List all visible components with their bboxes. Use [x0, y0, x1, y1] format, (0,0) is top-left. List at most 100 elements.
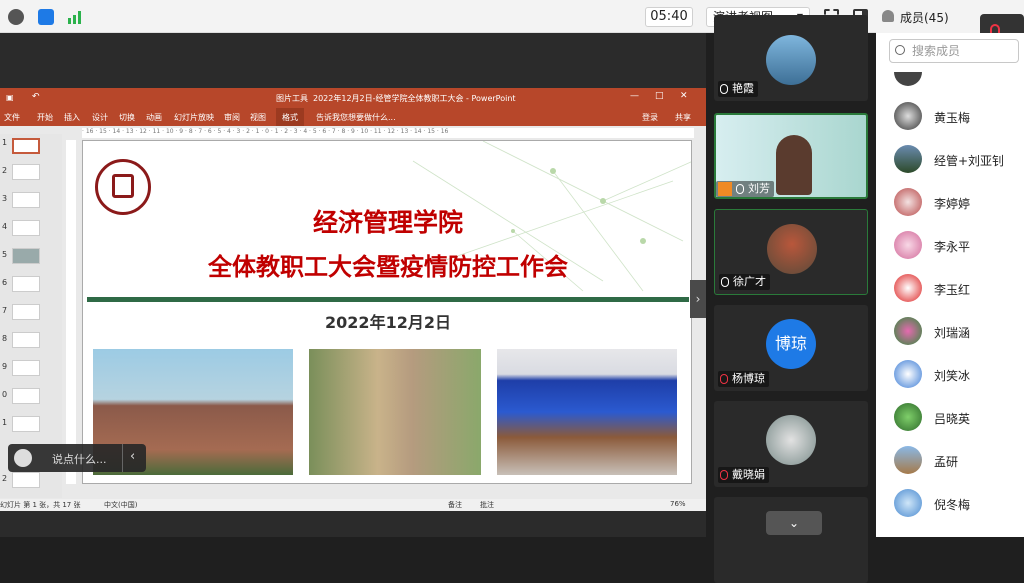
- ppt-ribbon-tabs: 文件 开始 插入 设计 切换 动画 幻灯片放映 审阅 视图 格式 告诉我您想要做…: [0, 108, 706, 126]
- ppt-title-bar: ▣ ↶ 图片工具 2022年12月2日-经管学院全体教职工大会 - PowerP…: [0, 88, 706, 108]
- notes-button[interactable]: 备注: [448, 500, 462, 510]
- undo-icon[interactable]: ↶: [32, 92, 40, 102]
- participant-name: 徐广才: [719, 274, 770, 290]
- zoom-level[interactable]: 76%: [670, 500, 686, 508]
- slide-subtitle: 全体教职工大会暨疫情防控工作会: [208, 252, 568, 281]
- slide-thumbnail[interactable]: [12, 388, 40, 404]
- tab-home[interactable]: 开始: [37, 112, 53, 123]
- slide-thumbnail[interactable]: [12, 276, 40, 292]
- tab-animations[interactable]: 动画: [146, 112, 162, 123]
- mic-icon: [721, 277, 729, 287]
- signal-icon[interactable]: [68, 10, 84, 24]
- member-item[interactable]: 倪冬梅: [894, 489, 1024, 519]
- member-search-input[interactable]: 搜索成员: [889, 39, 1019, 63]
- slide-thumbnail[interactable]: [12, 416, 40, 432]
- save-icon[interactable]: ▣: [6, 93, 14, 102]
- current-slide[interactable]: 经济管理学院 全体教职工大会暨疫情防控工作会 2022年12月2日: [82, 140, 692, 484]
- member-item[interactable]: 孟研: [894, 446, 1024, 476]
- slide-thumbnail[interactable]: [12, 304, 40, 320]
- meeting-timer: 05:40: [645, 7, 693, 27]
- tell-me-box[interactable]: 告诉我您想要做什么...: [316, 112, 396, 123]
- thumb-number: 5: [2, 250, 8, 259]
- ppt-status-bar: 幻灯片 第 1 张，共 17 张 中文(中国) 备注 批注 76%: [0, 499, 706, 511]
- meeting-toolbar: 05:40 演讲者视图 ▼: [0, 0, 1024, 33]
- slide-thumbnail[interactable]: [12, 220, 40, 236]
- thumb-number: 1: [2, 138, 8, 147]
- member-item[interactable]: 李婷婷: [894, 188, 1024, 218]
- tab-insert[interactable]: 插入: [64, 112, 80, 123]
- info-icon[interactable]: [8, 9, 24, 25]
- collapse-panel-button[interactable]: ›: [690, 280, 706, 318]
- thumb-number: 3: [2, 194, 8, 203]
- emoji-icon[interactable]: [14, 449, 32, 467]
- avatar: [766, 415, 816, 465]
- member-item[interactable]: 刘笑冰: [894, 360, 1024, 390]
- shield-icon[interactable]: [38, 9, 54, 25]
- slide-thumbnail[interactable]: [12, 360, 40, 376]
- slide-thumbnail[interactable]: [12, 248, 40, 264]
- tab-file[interactable]: 文件: [4, 112, 20, 123]
- thumb-number: 7: [2, 306, 8, 315]
- login-link[interactable]: 登录: [642, 112, 658, 123]
- member-name: 孟研: [934, 455, 959, 469]
- tab-review[interactable]: 审阅: [224, 112, 240, 123]
- tab-slideshow[interactable]: 幻灯片放映: [174, 112, 214, 123]
- video-tile[interactable]: 徐广才: [714, 209, 868, 295]
- picture-tools-label: 图片工具: [276, 94, 308, 103]
- chevron-left-icon[interactable]: ‹: [130, 449, 135, 464]
- slide-title: 经济管理学院: [312, 208, 463, 237]
- minimize-icon[interactable]: —: [630, 91, 639, 101]
- video-tile[interactable]: 博琼 杨博琼: [714, 305, 868, 391]
- avatar: [894, 188, 922, 216]
- seal-mark: [112, 174, 134, 198]
- member-name: 刘笑冰: [934, 369, 971, 383]
- maximize-icon[interactable]: □: [655, 91, 664, 101]
- tab-design[interactable]: 设计: [92, 112, 108, 123]
- thumb-number: 6: [2, 278, 8, 287]
- slide-thumbnail[interactable]: [12, 164, 40, 180]
- participant-video: [776, 135, 812, 195]
- avatar-initials: 博琼: [766, 319, 816, 369]
- slide-thumbnail[interactable]: [12, 472, 40, 488]
- video-tile[interactable]: 艳霞: [714, 15, 868, 101]
- host-icon: [718, 182, 732, 196]
- participant-name-text: 徐广才: [733, 275, 766, 288]
- slide-thumbnail[interactable]: [12, 138, 40, 154]
- member-item[interactable]: 黄玉梅: [894, 102, 1024, 132]
- member-name: 吕晓英: [934, 412, 971, 426]
- mic-icon: [720, 84, 728, 94]
- slide-thumbnail[interactable]: [12, 192, 40, 208]
- member-item[interactable]: 吕晓英: [894, 403, 1024, 433]
- scroll-down-button[interactable]: ⌄: [766, 511, 822, 535]
- tab-transitions[interactable]: 切换: [119, 112, 135, 123]
- language: 中文(中国): [104, 501, 138, 509]
- avatar: [894, 274, 922, 302]
- member-item[interactable]: 经管+刘亚钊: [894, 145, 1024, 175]
- ppt-title: 2022年12月2日-经管学院全体教职工大会 - PowerPoint: [313, 94, 516, 103]
- share-button[interactable]: 共享: [675, 112, 691, 123]
- participant-name: 杨博琼: [718, 371, 769, 387]
- title-divider: [87, 297, 689, 302]
- members-count: 成员(45): [900, 11, 949, 25]
- avatar: [894, 231, 922, 259]
- avatar: [894, 360, 922, 388]
- tab-view[interactable]: 视图: [250, 112, 266, 123]
- comment-bar[interactable]: 说点什么... ‹: [8, 444, 146, 472]
- video-tile[interactable]: [714, 497, 868, 583]
- member-item[interactable]: 李永平: [894, 231, 1024, 261]
- comment-input[interactable]: 说点什么...: [52, 451, 107, 467]
- video-tile-speaking[interactable]: 刘芳: [714, 113, 868, 199]
- thumb-number: 2: [2, 474, 8, 483]
- tab-format[interactable]: 格式: [276, 108, 304, 126]
- avatar: [894, 446, 922, 474]
- participant-name-text: 艳霞: [732, 82, 754, 95]
- avatar: [766, 35, 816, 85]
- comments-button[interactable]: 批注: [480, 500, 494, 510]
- slide-thumbnail[interactable]: [12, 332, 40, 348]
- video-tile[interactable]: 戴晓娟: [714, 401, 868, 487]
- close-icon[interactable]: ✕: [680, 91, 688, 101]
- member-item[interactable]: 李玉红: [894, 274, 1024, 304]
- member-name: 经管+刘亚钊: [934, 154, 1005, 168]
- member-item[interactable]: 刘瑞涵: [894, 317, 1024, 347]
- vertical-ruler: [66, 140, 76, 484]
